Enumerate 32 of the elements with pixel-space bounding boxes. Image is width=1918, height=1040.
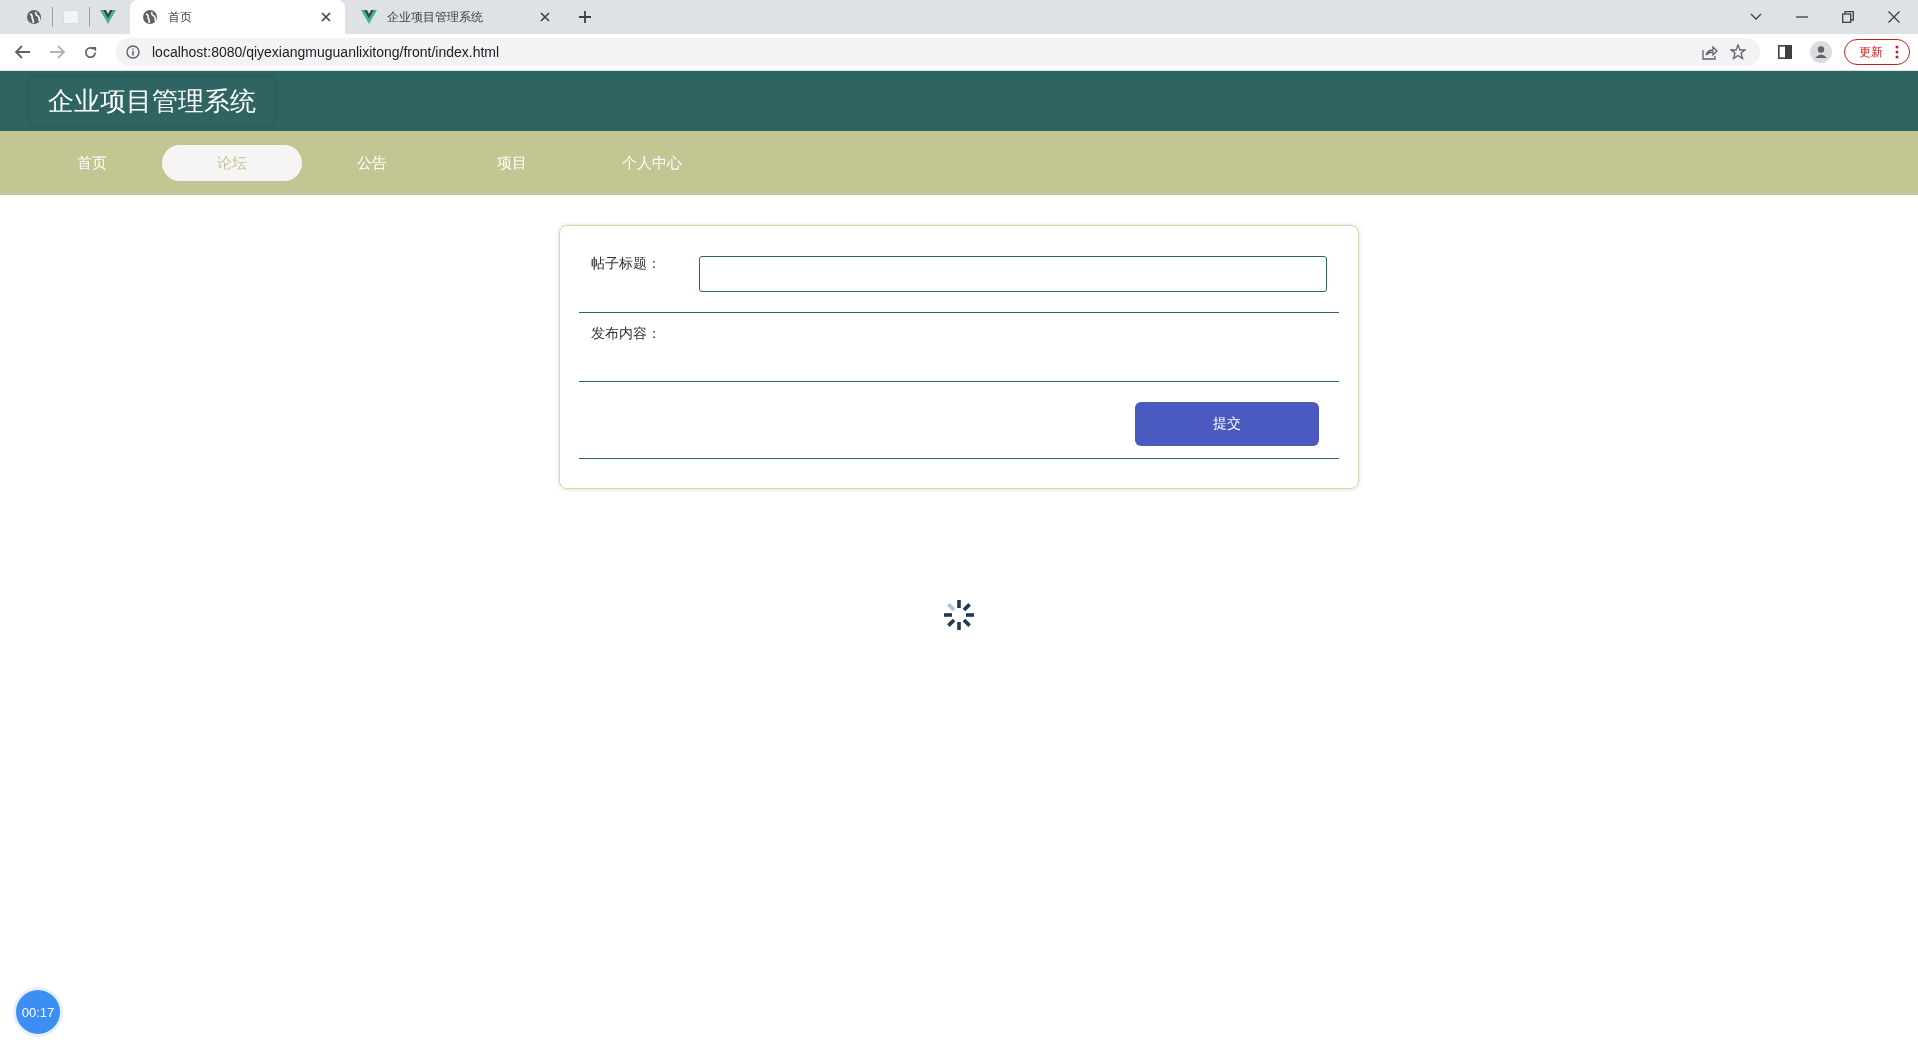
address-bar[interactable]: localhost:8080/qiyexiangmuguanlixitong/front/index.html <box>116 38 1760 66</box>
close-icon[interactable] <box>540 12 550 22</box>
vue-logo-icon <box>361 10 377 24</box>
loading-spinner-icon <box>943 599 975 631</box>
globe-icon <box>142 9 158 25</box>
chevron-down-icon[interactable] <box>1750 13 1762 21</box>
field-label: 帖子标题： <box>591 255 662 273</box>
star-icon[interactable] <box>1730 44 1746 60</box>
tab-title: 企业项目管理系统 <box>387 8 484 26</box>
browser-tab[interactable]: 首页 <box>130 0 345 34</box>
restore-icon[interactable] <box>1842 11 1854 23</box>
vue-logo-icon <box>100 10 116 24</box>
more-vertical-icon <box>1895 45 1899 59</box>
side-panel-icon[interactable] <box>1778 45 1792 59</box>
back-arrow-icon[interactable] <box>15 45 31 59</box>
tab-title: 首页 <box>168 8 193 26</box>
field-label: 发布内容： <box>591 325 662 343</box>
submit-button[interactable]: 提交 <box>1135 402 1319 446</box>
browser-tab[interactable]: 企业项目管理系统 <box>349 0 564 34</box>
close-icon[interactable] <box>321 12 331 22</box>
url-text: localhost:8080/qiyexiangmuguanlixitong/front/index.html <box>152 44 500 60</box>
site-title: 企业项目管理系统 <box>30 77 274 125</box>
update-button[interactable]: 更新 <box>1844 39 1910 65</box>
close-icon[interactable] <box>1888 11 1900 23</box>
post-title-input[interactable] <box>699 256 1327 292</box>
new-tab-icon[interactable] <box>578 10 592 24</box>
info-icon <box>126 45 140 59</box>
globe-icon <box>26 9 42 25</box>
share-icon[interactable] <box>1702 44 1718 60</box>
profile-avatar-icon[interactable] <box>1810 41 1832 63</box>
timer-badge: 00:17 <box>16 990 60 1034</box>
reload-icon[interactable] <box>83 44 98 60</box>
